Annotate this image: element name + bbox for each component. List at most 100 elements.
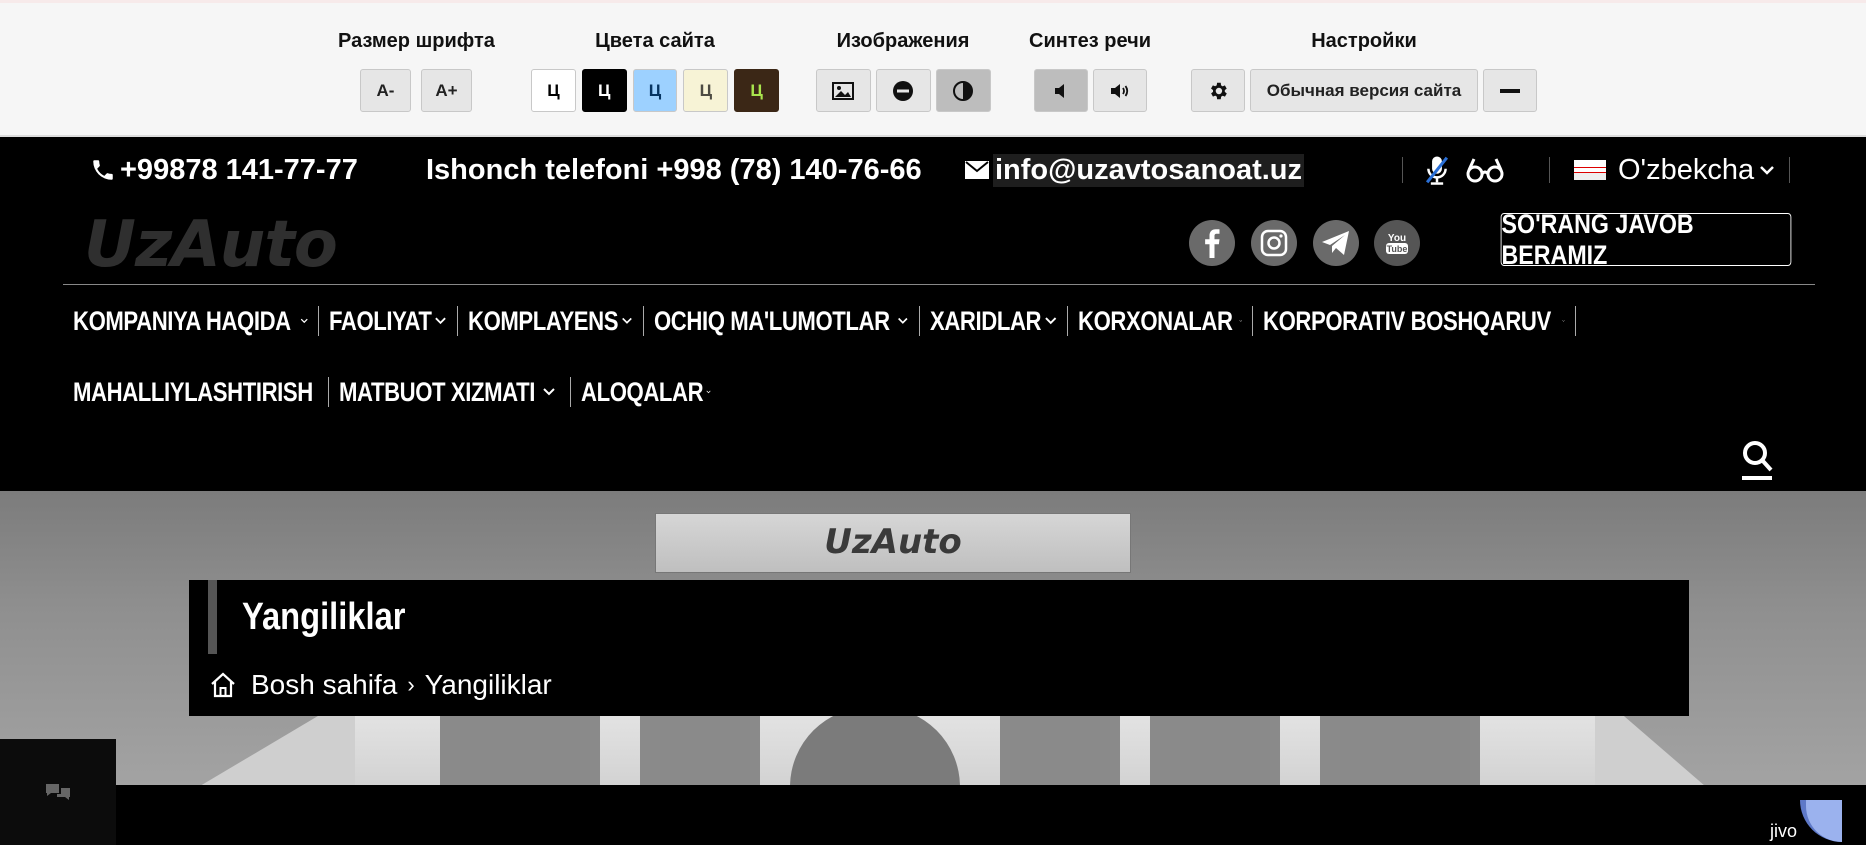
color-scheme-blue-button[interactable]: Ц: [632, 69, 678, 112]
images-off-button[interactable]: [875, 69, 931, 112]
speaker-off-icon: [1054, 83, 1064, 98]
chevron-down-icon: [1044, 317, 1056, 325]
facebook-icon: [1205, 229, 1220, 258]
site-colors-group: Цвета сайта Ц Ц Ц Ц Ц: [531, 29, 779, 112]
main-nav: KOMPANIYA HAQIDA FAOLIYAT KOMPLAYENS OCH…: [63, 300, 1663, 442]
site-colors-title: Цвета сайта: [595, 30, 715, 52]
images-group: Изображения: [815, 29, 991, 112]
trust-phone-text: Ishonch telefoni +998 (78) 140-76-66: [426, 153, 922, 186]
jivo-widget[interactable]: jivo: [1770, 800, 1843, 842]
color-scheme-white-button[interactable]: Ц: [531, 69, 576, 112]
font-size-group: Размер шрифта A- A+: [338, 29, 495, 112]
trust-phone-link[interactable]: Ishonch telefoni +998 (78) 140-76-66: [426, 149, 922, 191]
speaker-on-icon: [1110, 83, 1128, 98]
breadcrumb-separator: ›: [407, 672, 415, 697]
gear-icon: [1210, 82, 1227, 99]
grayscale-button[interactable]: [935, 69, 991, 112]
settings-title: Настройки: [1311, 30, 1417, 52]
accessibility-panel: Размер шрифта A- A+ Цвета сайта Ц Ц Ц Ц …: [0, 0, 1866, 137]
search-button[interactable]: [1740, 436, 1774, 482]
nav-row-1: KOMPANIYA HAQIDA FAOLIYAT KOMPLAYENS OCH…: [63, 300, 1663, 342]
mic-off-icon: [1425, 156, 1449, 185]
telegram-link[interactable]: [1313, 220, 1359, 266]
nav-item-korxonalar[interactable]: KORXONALAR: [1068, 306, 1253, 336]
page-header-box: Yangiliklar Bosh sahifa › Yangiliklar: [189, 580, 1689, 716]
speech-group: Синтез речи: [1028, 29, 1152, 112]
chevron-down-icon: [622, 317, 632, 324]
grayscale-icon: [953, 80, 973, 101]
youtube-link[interactable]: You Tube: [1374, 220, 1420, 266]
home-icon[interactable]: [209, 671, 237, 699]
svg-text:Tube: Tube: [1387, 244, 1408, 254]
chevron-down-icon: [1760, 166, 1774, 175]
language-label: O'zbekcha: [1618, 153, 1755, 186]
chevron-down-icon: [435, 317, 446, 325]
nav-item-korporativ-boshqaruv[interactable]: KORPORATIV BOSHQARUV: [1253, 306, 1576, 336]
email-link[interactable]: info@uzavtosanoat.uz: [964, 149, 1305, 191]
nav-item-aloqalar[interactable]: ALOQALAR: [571, 377, 721, 407]
nav-item-komplayens[interactable]: KOMPLAYENS: [458, 306, 644, 336]
building-logo: UzAuto: [824, 522, 962, 562]
images-on-button[interactable]: [815, 69, 871, 112]
ask-question-button[interactable]: SO'RANG JAVOB BERAMIZ: [1500, 209, 1792, 270]
phone-icon: [93, 160, 113, 180]
divider: [1402, 157, 1403, 183]
search-icon: [1742, 441, 1773, 480]
chevron-down-icon: [300, 318, 308, 324]
breadcrumb-home-link[interactable]: Bosh sahifa: [251, 669, 397, 701]
speech-off-button[interactable]: [1033, 69, 1088, 112]
phone-link[interactable]: +99878 141-77-77: [90, 149, 358, 191]
header-divider: [63, 284, 1815, 285]
youtube-icon: YouTube: [1386, 233, 1408, 254]
facebook-link[interactable]: [1189, 220, 1235, 266]
breadcrumb-current: Yangiliklar: [424, 669, 552, 700]
chevron-down-icon: [898, 317, 908, 324]
font-size-title: Размер шрифта: [338, 30, 495, 52]
settings-group: Настройки Обычная версия сайта: [1188, 29, 1540, 112]
site-logo[interactable]: UzAuto: [84, 208, 338, 282]
glasses-icon: [1466, 158, 1504, 183]
instagram-icon: [1260, 229, 1288, 257]
minimize-panel-button[interactable]: [1483, 69, 1538, 112]
nav-item-xaridlar[interactable]: XARIDLAR: [920, 306, 1068, 336]
phone-number: +99878 141-77-77: [120, 153, 358, 186]
bottom-bar: [0, 785, 1866, 845]
nav-item-kompaniya-haqida[interactable]: KOMPANIYA HAQIDA: [63, 306, 319, 336]
title-accent-bar: [208, 580, 217, 654]
chat-icon: [46, 784, 70, 800]
chevron-down-icon: [706, 390, 711, 394]
voice-toggle-button[interactable]: [1422, 149, 1452, 191]
speech-title: Синтез речи: [1029, 30, 1151, 52]
nav-item-mahalliylashtirish[interactable]: MAHALLIYLASHTIRISH: [63, 377, 329, 407]
image-icon: [832, 81, 854, 100]
minimize-icon: [1500, 88, 1521, 93]
nav-row-2: MAHALLIYLASHTIRISH MATBUOT XIZMATI ALOQA…: [63, 371, 1663, 413]
divider: [1549, 157, 1550, 183]
telegram-icon: [1322, 231, 1349, 255]
images-off-icon: [893, 80, 913, 101]
color-scheme-beige-button[interactable]: Ц: [683, 69, 729, 112]
instagram-link[interactable]: [1251, 220, 1297, 266]
settings-button[interactable]: [1190, 69, 1245, 112]
language-selector[interactable]: O'zbekcha: [1574, 149, 1776, 191]
font-decrease-button[interactable]: A-: [360, 69, 411, 112]
normal-version-button[interactable]: Обычная версия сайта: [1249, 69, 1479, 112]
speech-on-button[interactable]: [1092, 69, 1147, 112]
nav-item-matbuot-xizmati[interactable]: MATBUOT XIZMATI: [329, 377, 571, 407]
email-address: info@uzavtosanoat.uz: [993, 153, 1305, 187]
nav-item-faoliyat[interactable]: FAOLIYAT: [319, 306, 458, 336]
mail-icon: [965, 161, 989, 179]
low-vision-button[interactable]: [1466, 149, 1504, 191]
color-scheme-black-button[interactable]: Ц: [581, 69, 627, 112]
chevron-down-icon: [1562, 320, 1565, 322]
breadcrumb: Bosh sahifa › Yangiliklar: [209, 668, 552, 702]
jivo-logo-icon: [1800, 800, 1843, 842]
contact-bar: +99878 141-77-77 Ishonch telefoni +998 (…: [0, 149, 1866, 191]
color-scheme-brown-button[interactable]: Ц: [734, 69, 779, 112]
jivo-label: jivo: [1770, 821, 1798, 841]
images-title: Изображения: [836, 30, 970, 52]
nav-item-ochiq-malumotlar[interactable]: OCHIQ MA'LUMOTLAR: [644, 306, 920, 336]
chat-widget-button[interactable]: [0, 739, 116, 845]
building-sign: UzAuto: [655, 513, 1131, 573]
font-increase-button[interactable]: A+: [421, 69, 472, 112]
